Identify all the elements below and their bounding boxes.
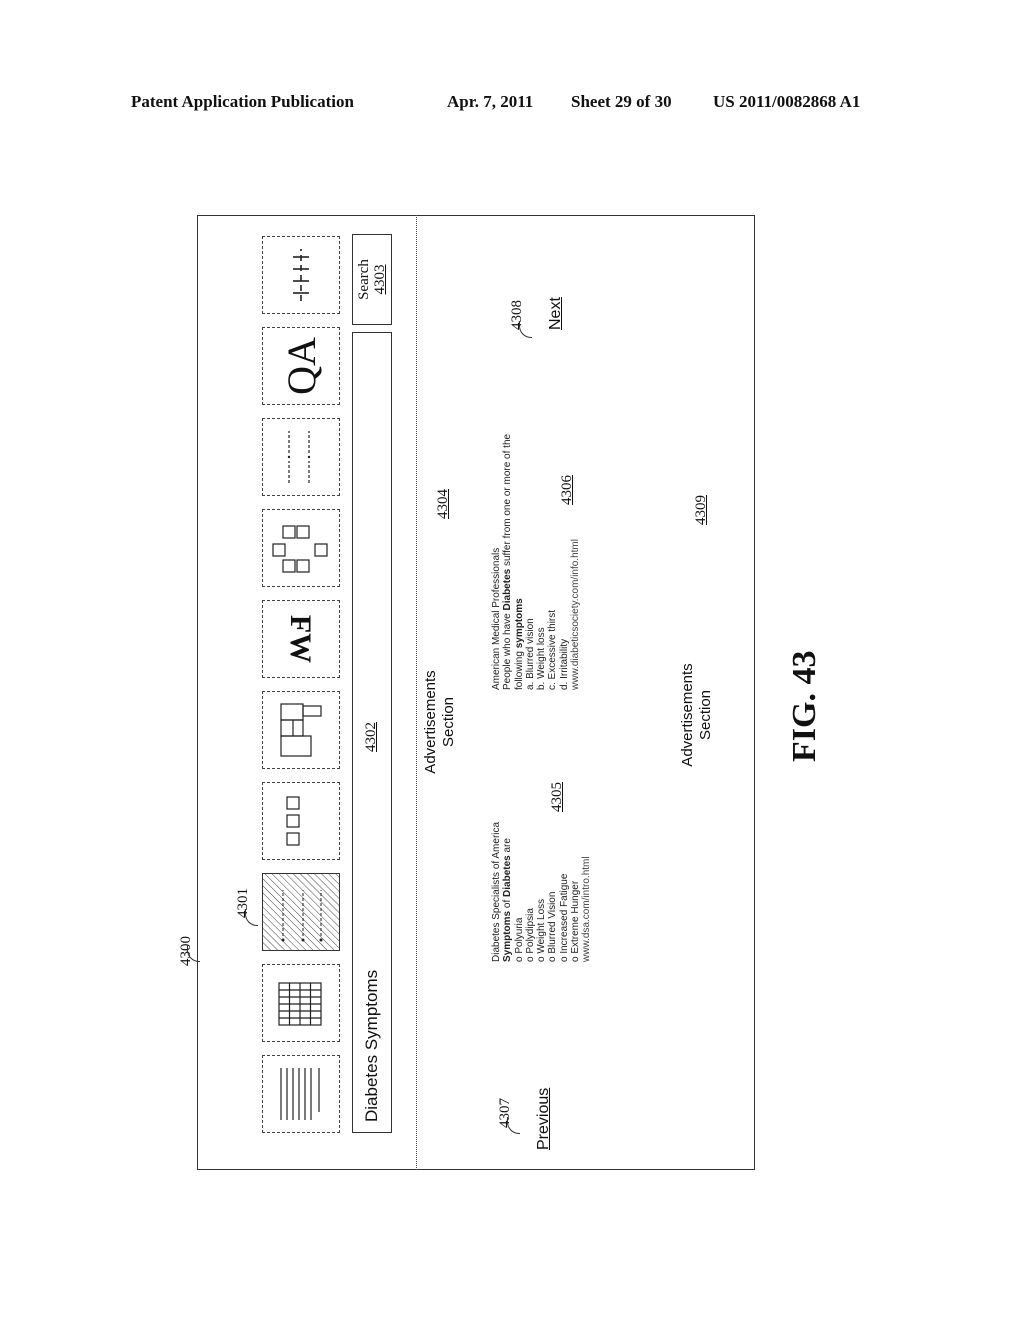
result-1-heading-end: are bbox=[502, 838, 514, 856]
result-1-item: o Weight Loss bbox=[536, 898, 548, 962]
ads-top-line1: Advertisements bbox=[422, 670, 439, 774]
timeline-icon[interactable] bbox=[262, 236, 340, 314]
result-1-url[interactable]: www.dsa.com/intro.html bbox=[581, 822, 592, 962]
ref-4309: 4309 bbox=[693, 495, 709, 525]
ads-section-top: Advertisements Section bbox=[422, 662, 458, 782]
ref-4304: 4304 bbox=[435, 489, 451, 519]
result-2-line3-bold: symptoms bbox=[513, 598, 525, 649]
lines-view-icon[interactable] bbox=[262, 1055, 340, 1133]
result-2-line2-start: People who have bbox=[502, 610, 514, 690]
header-content-divider bbox=[416, 215, 417, 1170]
qa-icon[interactable]: QA bbox=[262, 327, 340, 405]
result-1-item: o Blurred Vision bbox=[547, 891, 559, 962]
publication-title: Patent Application Publication bbox=[131, 92, 354, 111]
ads-top-line2: Section bbox=[440, 696, 457, 748]
ref-4305: 4305 bbox=[549, 782, 565, 812]
stacked-blocks-icon[interactable] bbox=[262, 691, 340, 769]
result-1-item: o Polydipsia bbox=[524, 908, 536, 962]
search-result-1[interactable]: Diabetes Specialists of America Symptoms… bbox=[491, 822, 593, 962]
result-1-source: Diabetes Specialists of America bbox=[491, 821, 502, 962]
ref-4306: 4306 bbox=[559, 475, 575, 505]
result-2-line2: People who have Diabetes suffer from one… bbox=[502, 434, 513, 690]
next-link[interactable]: Next bbox=[547, 297, 565, 330]
result-2-item: d. Irritability bbox=[558, 638, 570, 690]
ads-bottom-line2: Section bbox=[697, 689, 714, 741]
ads-section-bottom: Advertisements Section bbox=[679, 655, 715, 775]
figure-label-text: FIG. 43 bbox=[786, 650, 823, 762]
search-ui-mockup: FW QA 4301 Diabetes Symptoms 4302 Search… bbox=[187, 215, 755, 1170]
result-1-item: o Increased Fatigue bbox=[558, 873, 570, 962]
grid-view-icon[interactable] bbox=[262, 964, 340, 1042]
result-1-item: o Extreme Hunger bbox=[570, 880, 582, 962]
fw-icon[interactable]: FW bbox=[262, 600, 340, 678]
publication-date: Apr. 7, 2011 bbox=[447, 92, 534, 111]
result-2-url[interactable]: www.diabeticsociety.com/info.html bbox=[570, 434, 581, 690]
ads-bottom-line1: Advertisements bbox=[679, 663, 696, 767]
svg-text:FW: FW bbox=[284, 615, 317, 663]
result-2-line3-start: following bbox=[513, 648, 525, 690]
result-2-item: b. Weight loss bbox=[536, 627, 548, 690]
result-1-item: o Polyuria bbox=[513, 917, 525, 962]
box-cluster-icon[interactable] bbox=[262, 509, 340, 587]
search-button-label: Search bbox=[356, 259, 372, 300]
result-2-line3: following symptoms bbox=[514, 434, 525, 690]
svg-text:QA: QA bbox=[279, 337, 324, 395]
search-result-2[interactable]: American Medical Professionals People wh… bbox=[491, 434, 581, 690]
search-button[interactable]: Search 4303 bbox=[352, 234, 392, 325]
ref-4302: 4302 bbox=[363, 722, 379, 752]
hatched-columns-icon[interactable] bbox=[262, 873, 340, 951]
result-1-heading-bold2: Diabetes bbox=[502, 855, 514, 897]
dashed-columns-icon[interactable] bbox=[262, 418, 340, 496]
result-1-heading: Symptoms of Diabetes are bbox=[502, 822, 513, 962]
search-input[interactable]: Diabetes Symptoms 4302 bbox=[352, 332, 392, 1133]
result-2-item: c. Excessive thirst bbox=[547, 609, 559, 690]
patent-number: US 2011/0082868 A1 bbox=[713, 92, 861, 111]
result-2-line2-end: suffer from one or more of the bbox=[502, 433, 514, 569]
result-2-line2-bold: Diabetes bbox=[502, 568, 514, 611]
ref-4303: 4303 bbox=[372, 264, 388, 295]
result-2-source: American Medical Professionals bbox=[491, 547, 502, 690]
sheet-number: Sheet 29 of 30 bbox=[571, 92, 672, 111]
search-input-value: Diabetes Symptoms bbox=[362, 969, 381, 1122]
result-1-heading-bold1: Symptoms bbox=[502, 910, 514, 962]
result-1-heading-mid: of bbox=[502, 896, 514, 911]
previous-link[interactable]: Previous bbox=[535, 1088, 553, 1150]
result-2-item: a. Blurred vision bbox=[524, 618, 536, 690]
three-boxes-icon[interactable] bbox=[262, 782, 340, 860]
